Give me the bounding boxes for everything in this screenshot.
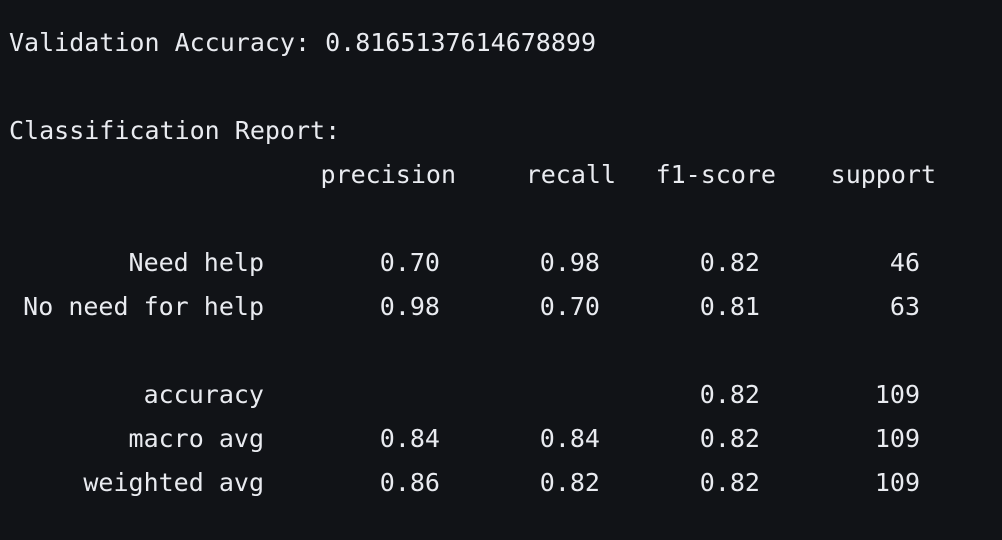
row-label: macro avg bbox=[128, 424, 264, 453]
row-f1-score: 0.82 bbox=[699, 424, 760, 453]
row-label: No need for help bbox=[23, 292, 264, 321]
row-f1-score: 0.82 bbox=[699, 380, 760, 409]
classification-report-title: Classification Report: bbox=[9, 116, 341, 145]
validation-accuracy-line: Validation Accuracy: 0.8165137614678899 bbox=[9, 28, 596, 58]
row-label: accuracy bbox=[143, 380, 264, 409]
validation-accuracy-value: 0.8165137614678899 bbox=[325, 28, 597, 57]
row-label: weighted avg bbox=[83, 468, 264, 497]
row-f1-score: 0.81 bbox=[699, 292, 760, 321]
row-support: 109 bbox=[874, 424, 920, 453]
header-recall: recall bbox=[525, 160, 616, 189]
header-support: support bbox=[830, 160, 936, 189]
row-f1-score: 0.82 bbox=[699, 248, 760, 277]
row-label: Need help bbox=[128, 248, 264, 277]
row-recall: 0.70 bbox=[539, 292, 600, 321]
row-support: 63 bbox=[889, 292, 920, 321]
row-recall: 0.82 bbox=[539, 468, 600, 497]
row-recall: 0.98 bbox=[539, 248, 600, 277]
row-precision: 0.98 bbox=[379, 292, 440, 321]
validation-accuracy-label: Validation Accuracy: bbox=[9, 28, 311, 57]
row-precision: 0.84 bbox=[379, 424, 440, 453]
header-f1-score: f1-score bbox=[655, 160, 776, 189]
header-precision: precision bbox=[320, 160, 456, 189]
row-precision: 0.70 bbox=[379, 248, 440, 277]
row-precision: 0.86 bbox=[379, 468, 440, 497]
row-support: 46 bbox=[889, 248, 920, 277]
row-f1-score: 0.82 bbox=[699, 468, 760, 497]
terminal-output: { "validation": { "label": "Validation A… bbox=[0, 0, 1002, 540]
row-support: 109 bbox=[874, 468, 920, 497]
row-support: 109 bbox=[874, 380, 920, 409]
row-recall: 0.84 bbox=[539, 424, 600, 453]
